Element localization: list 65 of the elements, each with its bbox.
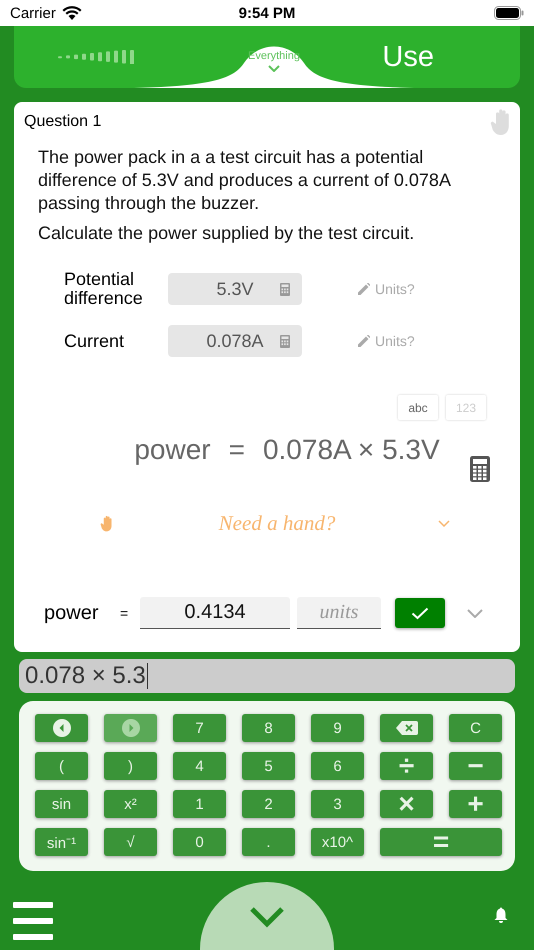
equation-variable: power [134,434,211,466]
wifi-icon [62,6,82,20]
keypad-key[interactable]: 0 [173,828,226,856]
question-title: Question 1 [24,113,102,131]
keyboard-mode-tab[interactable]: abc [398,395,438,420]
keypad-key[interactable]: ( [35,752,88,780]
chevron-down-icon[interactable] [467,608,483,618]
carrier-label: Carrier [10,4,56,22]
submit-button[interactable] [395,598,445,628]
question-text: The power pack in a a test circuit has a potential difference of 5.3V and produces a current of 0.078A passing through the buzzer. [38,146,452,215]
keypad-key[interactable]: √ [104,828,157,856]
keypad-key[interactable]: . [242,828,295,856]
keypad-key[interactable]: ) [104,752,157,780]
chevron-down-icon [268,65,280,72]
keypad-key[interactable]: = [380,828,502,856]
pencil-icon [358,283,370,295]
notification-bell-icon[interactable] [494,907,508,923]
units-field[interactable]: units [297,597,381,629]
keypad-key[interactable]: x² [104,790,157,818]
calculator-icon [280,334,290,348]
quantity-label: Current [64,332,126,350]
equals-sign: = [120,605,130,621]
expression-text: 0.078 × 5.3 [25,662,146,690]
answer-field[interactable]: 0.4134 [140,597,290,629]
answer-label: power [44,602,100,624]
battery-icon [494,6,524,20]
keypad-key[interactable]: 9 [311,714,364,742]
calculator-icon [280,282,290,296]
value-field[interactable]: 0.078A [168,325,302,357]
question-text: Calculate the power supplied by the test circuit. [38,222,416,245]
equals-sign: = [228,434,245,466]
keypad-key[interactable]: 4 [173,752,226,780]
keypad-key[interactable]: sin [35,790,88,818]
keypad-key[interactable]: − [449,752,502,780]
expression-field[interactable]: 0.078 × 5.3 [19,659,515,693]
keypad-key[interactable]: 8 [242,714,295,742]
equation-expression: 0.078A × 5.3V [262,434,440,466]
pencil-icon [358,335,370,347]
backspace-icon [396,721,418,735]
quantity-label: Potential difference [64,270,144,308]
status-time: 9:54 PM [238,4,296,22]
menu-icon[interactable] [13,900,53,940]
chevron-down-icon[interactable] [438,520,450,527]
keypad-key[interactable]: 1 [173,790,226,818]
units-button[interactable]: Units? [352,280,421,298]
keypad-key[interactable]: C [449,714,502,742]
keypad-key[interactable]: 3 [311,790,364,818]
keypad-key[interactable] [380,714,433,742]
hint-button[interactable]: Need a hand? [212,510,342,537]
units-button[interactable]: Units? [352,332,421,350]
keypad-key[interactable]: sin⁻¹ [35,828,88,856]
header-title: Use [382,40,434,74]
chevron-down-icon [249,906,285,928]
keypad-key[interactable]: x10^ [311,828,364,856]
keypad-key[interactable] [35,714,88,742]
calculator-icon[interactable] [470,456,490,482]
keypad-key[interactable]: 2 [242,790,295,818]
keypad-key[interactable]: × [380,790,433,818]
keypad-key[interactable]: + [449,790,502,818]
keypad-key[interactable]: 7 [173,714,226,742]
value-field[interactable]: 5.3V [168,273,302,305]
checkmark-icon [411,606,429,620]
keypad-key[interactable]: ÷ [380,752,433,780]
keypad-key[interactable]: 6 [311,752,364,780]
keypad-key[interactable]: 5 [242,752,295,780]
